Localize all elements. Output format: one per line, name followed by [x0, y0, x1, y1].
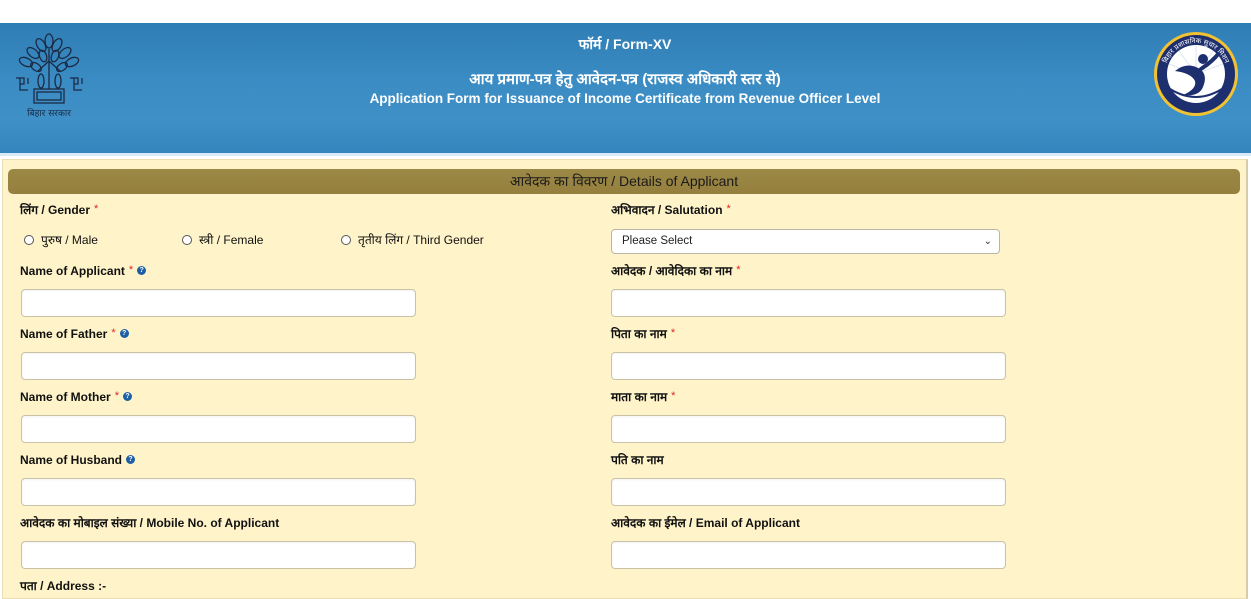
mobile-field[interactable] [22, 542, 415, 568]
header-title-block: फॉर्म / Form-XV आय प्रमाण-पत्र हेतु आवेद… [250, 35, 1000, 108]
husband-name-hi-input[interactable] [611, 478, 1006, 506]
mother-name-en-input[interactable] [21, 415, 416, 443]
email-field[interactable] [612, 542, 1005, 568]
radio-button[interactable] [341, 235, 351, 245]
help-icon[interactable]: ? [126, 455, 136, 465]
required-asterisk: * [128, 264, 134, 276]
husband-name-en-field[interactable] [22, 479, 415, 505]
applicant-name-hi-input[interactable] [611, 289, 1006, 317]
label-text: पिता का नाम [611, 327, 667, 341]
applicant-name-en-label: Name of Applicant *? [20, 263, 147, 279]
husband-name-en-input[interactable] [21, 478, 416, 506]
label-text: Name of Father [20, 327, 108, 341]
address-label: पता / Address :- [20, 579, 107, 593]
mother-name-hi-label: माता का नाम * [611, 389, 675, 405]
mobile-label: आवेदक का मोबाइल संख्या / Mobile No. of A… [20, 516, 280, 530]
husband-name-hi-field[interactable] [612, 479, 1005, 505]
applicant-details-panel: आवेदक का विवरण / Details of Applicant लि… [2, 159, 1248, 599]
salutation-label: अभिवादन / Salutation * [611, 202, 731, 218]
husband-name-en-label: Name of Husband? [20, 452, 136, 468]
father-name-hi-input[interactable] [611, 352, 1006, 380]
form-number: फॉर्म / Form-XV [578, 36, 672, 52]
help-icon[interactable]: ? [119, 329, 129, 339]
chevron-down-icon: ⌄ [983, 236, 992, 247]
gender-label: लिंग / Gender * [20, 202, 98, 218]
required-asterisk: * [726, 203, 731, 215]
help-icon[interactable]: ? [122, 392, 132, 402]
applicant-name-hi-label: आवेदक / आवेदिका का नाम * [611, 263, 740, 279]
salutation-selected-value: Please Select [622, 235, 693, 247]
email-input[interactable] [611, 541, 1006, 569]
required-asterisk: * [111, 327, 116, 339]
gender-label-text: लिंग / Gender [20, 203, 91, 217]
gender-option-male[interactable]: पुरुष / Male [24, 232, 98, 248]
required-asterisk: * [670, 327, 676, 339]
radio-label: पुरुष / Male [41, 233, 98, 247]
father-name-hi-label: पिता का नाम * [611, 326, 675, 342]
bihar-government-emblem-icon: बिहार सरकार [8, 31, 90, 119]
salutation-label-text: अभिवादन / Salutation [611, 203, 723, 217]
mother-name-en-field[interactable] [22, 416, 415, 442]
radio-button[interactable] [182, 235, 192, 245]
gender-option-third-gender[interactable]: तृतीय लिंग / Third Gender [341, 232, 484, 248]
label-text: Name of Applicant [20, 264, 125, 278]
radio-label: तृतीय लिंग / Third Gender [358, 233, 484, 247]
label-text: Name of Husband [20, 453, 123, 467]
label-text: माता का नाम [611, 390, 668, 404]
mother-name-hi-input[interactable] [611, 415, 1006, 443]
administrative-reform-mission-logo-icon: बिहार प्रशासनिक सुधार मिशन [1153, 31, 1239, 117]
mobile-input[interactable] [21, 541, 416, 569]
email-label: आवेदक का ईमेल / Email of Applicant [611, 516, 800, 530]
label-text: Name of Mother [20, 390, 111, 404]
label-text: पति का नाम [611, 453, 664, 467]
father-name-hi-field[interactable] [612, 353, 1005, 379]
husband-name-hi-label: पति का नाम [611, 452, 664, 468]
form-title-english: Application Form for Issuance of Income … [369, 91, 881, 106]
father-name-en-input[interactable] [21, 352, 416, 380]
mother-name-en-label: Name of Mother *? [20, 389, 132, 405]
mother-name-hi-field[interactable] [612, 416, 1005, 442]
applicant-name-en-field[interactable] [22, 290, 415, 316]
required-asterisk: * [671, 390, 676, 402]
gender-option-female[interactable]: स्त्री / Female [182, 232, 263, 248]
radio-button[interactable] [24, 235, 34, 245]
page-header: बिहार सरकार फॉर्म / Form-XV आय प्रमाण-पत… [0, 23, 1251, 156]
label-text: आवेदक / आवेदिका का नाम [611, 264, 733, 278]
radio-label: स्त्री / Female [199, 233, 264, 247]
father-name-en-field[interactable] [22, 353, 415, 379]
required-asterisk: * [736, 264, 741, 276]
section-header-applicant-details: आवेदक का विवरण / Details of Applicant [8, 169, 1240, 194]
required-asterisk: * [94, 203, 99, 215]
salutation-select[interactable]: Please Select ⌄ [611, 229, 1000, 254]
required-asterisk: * [114, 390, 119, 402]
applicant-name-en-input[interactable] [21, 289, 416, 317]
father-name-en-label: Name of Father *? [20, 326, 129, 342]
applicant-name-hi-field[interactable] [612, 290, 1005, 316]
form-title-hindi: आय प्रमाण-पत्र हेतु आवेदन-पत्र (राजस्व अ… [469, 71, 781, 88]
help-icon[interactable]: ? [137, 266, 147, 276]
svg-text:बिहार सरकार: बिहार सरकार [27, 107, 71, 119]
